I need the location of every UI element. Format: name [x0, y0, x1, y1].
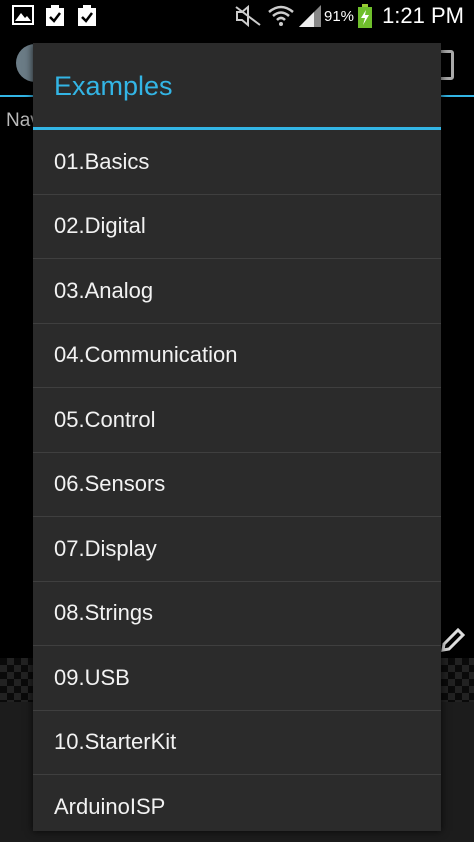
clipboard-check-icon: [46, 5, 64, 26]
list-item-control[interactable]: 05.Control: [33, 388, 441, 453]
dialog-title: Examples: [54, 71, 173, 101]
clipboard-check-icon: [78, 5, 96, 26]
list-item-usb[interactable]: 09.USB: [33, 646, 441, 711]
list-item-strings[interactable]: 08.Strings: [33, 582, 441, 646]
status-bar: 91% 1:21 PM: [0, 0, 474, 32]
pencil-icon: [441, 627, 466, 652]
list-item-analog[interactable]: 03.Analog: [33, 259, 441, 324]
clock: 1:21 PM: [382, 3, 464, 28]
list-item-digital[interactable]: 02.Digital: [33, 195, 441, 259]
list-item-starterkit[interactable]: 10.StarterKit: [33, 711, 441, 775]
list-item-arduinoisp[interactable]: ArduinoISP: [33, 775, 441, 840]
battery-charging-icon: [358, 4, 372, 28]
image-icon: [12, 5, 34, 25]
wifi-icon: [268, 5, 294, 26]
list-item-basics[interactable]: 01.Basics: [33, 130, 441, 195]
mute-icon: [235, 5, 261, 27]
examples-dialog: Examples 01.Basics 02.Digital 03.Analog …: [33, 43, 441, 831]
signal-icon: [299, 5, 321, 27]
list-item-communication[interactable]: 04.Communication: [33, 324, 441, 388]
list-item-display[interactable]: 07.Display: [33, 517, 441, 582]
examples-list: 01.Basics 02.Digital 03.Analog 04.Commun…: [33, 130, 441, 840]
battery-percent: 91%: [324, 8, 355, 25]
list-item-sensors[interactable]: 06.Sensors: [33, 453, 441, 517]
